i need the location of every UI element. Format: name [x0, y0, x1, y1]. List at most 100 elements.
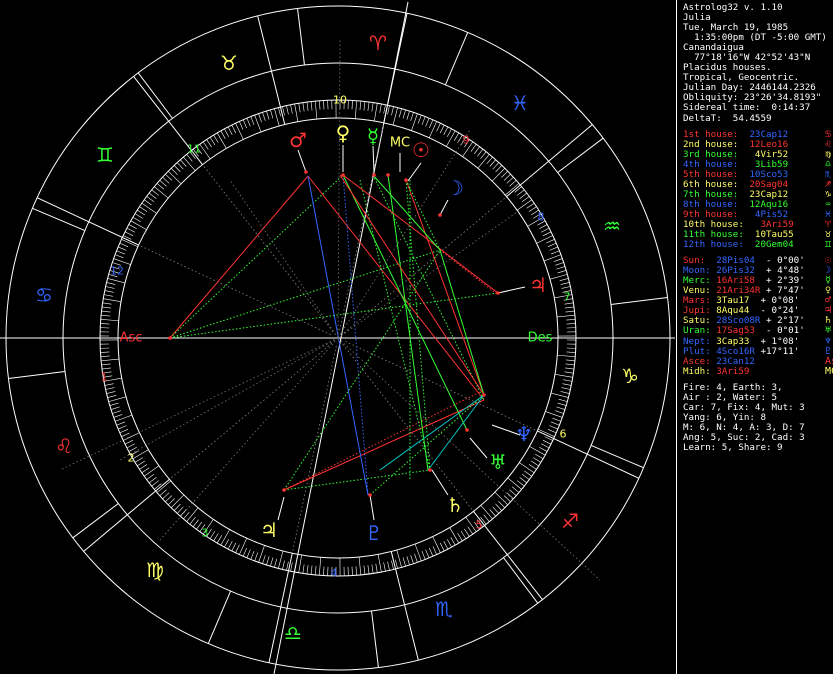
degree-tick: [239, 538, 248, 555]
degree-tick: [282, 560, 285, 570]
degree-tick: [112, 410, 121, 414]
degree-tick: [323, 566, 325, 576]
degree-tick: [557, 402, 567, 406]
degree-tick: [209, 530, 216, 539]
degree-tick: [535, 453, 544, 460]
house-number: 1: [101, 371, 108, 384]
aspect-lines: [59, 39, 601, 581]
degree-tick: [414, 553, 418, 563]
planet-row: Midh: 3Ari59 MC: [683, 365, 833, 377]
degree-tick: [224, 539, 229, 548]
sign-glyph-icon: ♉: [220, 51, 238, 75]
degree-tick: [501, 170, 508, 178]
planet-point: [428, 468, 432, 472]
degree-tick: [377, 554, 382, 573]
degree-tick: [483, 514, 490, 522]
degree-tick: [457, 533, 463, 542]
degree-tick: [542, 231, 552, 237]
degree-tick: [549, 274, 568, 280]
radial-dotted: [159, 337, 339, 541]
house-cusp: [36, 197, 139, 246]
degree-tick: [506, 176, 514, 184]
degree-tick: [410, 555, 414, 564]
degree-tick: [439, 542, 445, 552]
degree-tick: [528, 206, 537, 212]
house-number: 5: [476, 519, 483, 532]
degree-tick: [383, 562, 386, 572]
degree-tick: [286, 561, 289, 571]
planet-point: [341, 173, 345, 177]
radial-dotted: [337, 129, 471, 339]
degree-tick: [270, 109, 274, 119]
degree-tick: [539, 447, 548, 452]
degree-tick: [141, 202, 157, 214]
degree-tick: [374, 103, 378, 122]
degree-tick: [517, 189, 525, 196]
degree-tick: [505, 183, 520, 196]
degree-tick: [565, 310, 575, 313]
degree-tick: [156, 480, 171, 493]
house-number: 3: [202, 527, 209, 540]
aspect-line: [372, 174, 441, 251]
planet-point: [282, 488, 286, 492]
degree-tick: [148, 477, 157, 484]
sign-boundary: [137, 72, 173, 119]
degree-tick: [421, 116, 426, 126]
degree-tick: [102, 302, 112, 305]
aspect-line: [339, 174, 485, 396]
degree-tick: [104, 290, 114, 293]
degree-tick: [134, 457, 143, 463]
degree-tick: [453, 132, 460, 141]
degree-tick: [213, 134, 219, 143]
planet-glyph-icon: ♀: [336, 121, 351, 145]
degree-tick: [165, 495, 173, 503]
planet-icon: ♅: [825, 325, 832, 337]
degree-tick: [540, 227, 550, 233]
degree-tick: [116, 250, 126, 255]
degree-tick: [130, 220, 147, 230]
degree-tick: [114, 254, 124, 259]
degree-tick: [536, 235, 553, 244]
degree-tick: [550, 392, 569, 398]
planet-glyph-icon: ♄: [446, 493, 464, 517]
degree-tick: [231, 542, 237, 552]
degree-tick: [290, 104, 293, 114]
degree-tick: [530, 460, 539, 467]
aspect-line: [169, 174, 344, 339]
degree-tick: [106, 391, 116, 394]
planet-icon: MC: [825, 365, 833, 377]
planet-point: [404, 178, 408, 182]
degree-tick: [528, 464, 537, 470]
sign-glyph-icon: ♑: [621, 364, 639, 388]
degree-tick: [262, 112, 266, 121]
degree-tick: [101, 367, 111, 370]
degree-tick: [176, 162, 184, 170]
element-statistics: Fire: 4, Earth: 3, Air : 2, Water: 5 Car: …: [683, 382, 833, 453]
degree-tick: [231, 124, 237, 134]
degree-tick: [137, 209, 146, 216]
degree-tick: [566, 323, 576, 325]
degree-tick: [480, 151, 487, 159]
degree-tick: [118, 425, 127, 430]
planet-glyph-icon: ☽: [446, 176, 464, 200]
degree-tick: [519, 477, 528, 484]
planet-position: 3Ari59: [716, 365, 750, 377]
degree-tick: [371, 564, 374, 574]
degree-tick: [216, 535, 223, 544]
degree-tick: [119, 242, 129, 247]
degree-tick: [126, 227, 136, 233]
degree-tick: [429, 119, 434, 129]
degree-tick: [355, 566, 357, 576]
sign-glyph-icon: ♌: [55, 434, 73, 458]
degree-tick: [443, 126, 449, 136]
degree-tick: [290, 562, 293, 572]
degree-tick: [173, 503, 181, 511]
house-number: 9: [463, 134, 470, 147]
degree-tick: [495, 165, 503, 173]
planet-point: [386, 173, 390, 177]
house-label: 12th house:: [683, 239, 744, 251]
degree-tick: [144, 199, 152, 206]
degree-tick: [503, 495, 511, 503]
degree-tick: [286, 105, 289, 115]
aspect-line: [342, 174, 499, 294]
